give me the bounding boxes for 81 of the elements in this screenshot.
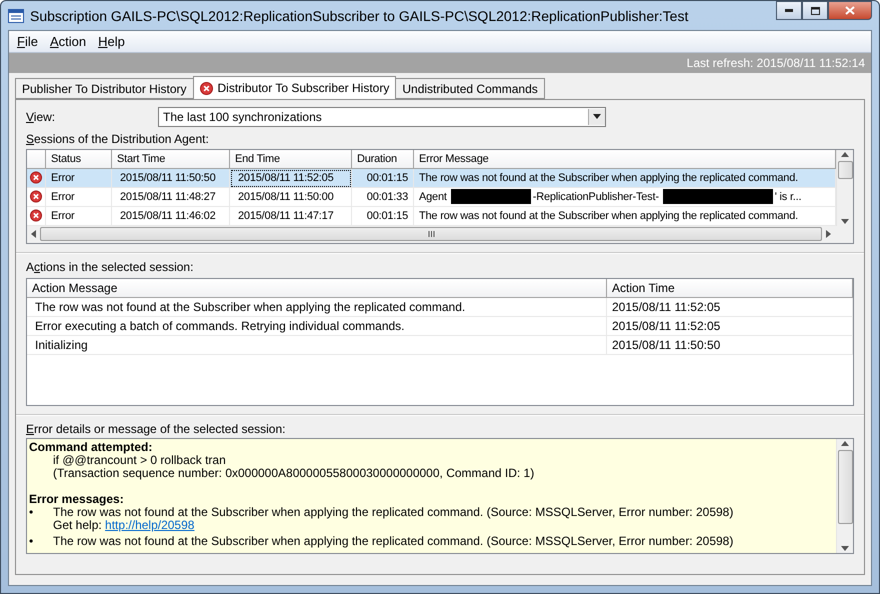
scroll-up-arrow-icon[interactable] xyxy=(841,440,849,446)
tab-label: Publisher To Distributor History xyxy=(22,82,187,96)
row-header xyxy=(27,150,46,169)
help-label: Get help: xyxy=(53,518,103,532)
details-label: Error details or message of the selected session: xyxy=(26,422,286,436)
bullet: • xyxy=(29,534,34,548)
table-cell: 2015/08/11 11:50:50 xyxy=(112,168,230,188)
column-header[interactable]: Action Time xyxy=(607,278,853,298)
last-refresh-text: Last refresh: 2015/08/11 11:52:14 xyxy=(686,56,865,70)
scrollbar-thumb[interactable] xyxy=(838,160,852,179)
table-cell-text: The row was not found at the Subscriber when applying the replicated command. xyxy=(419,172,798,184)
table-cell: 00:01:15 xyxy=(352,168,414,188)
column-header[interactable]: Action Message xyxy=(27,278,607,298)
column-header[interactable]: Status xyxy=(46,150,112,169)
command-text: if @@trancount > 0 rollback tran xyxy=(53,454,227,467)
actions-label: Actions in the selected session: xyxy=(26,260,194,274)
dropdown-arrow-icon xyxy=(593,114,601,120)
table-cell: Error xyxy=(46,188,112,207)
menu-item[interactable]: Help xyxy=(92,34,131,49)
close-button[interactable] xyxy=(828,1,872,20)
table-cell-text: -ReplicationPublisher-Test- xyxy=(532,190,659,203)
scroll-down-arrow-icon[interactable] xyxy=(841,546,849,552)
scroll-right-arrow-icon[interactable] xyxy=(826,230,831,238)
table-cell: 2015/08/11 11:50:50 xyxy=(607,336,853,355)
table-cell-text: Agent xyxy=(419,190,447,203)
menu-item[interactable]: Action xyxy=(44,34,92,49)
minimize-button[interactable] xyxy=(776,1,802,20)
error-icon xyxy=(30,171,42,184)
table-cell: Error xyxy=(46,206,112,226)
column-header[interactable]: End Time xyxy=(230,150,352,169)
vertical-scrollbar[interactable] xyxy=(836,438,853,554)
scroll-down-arrow-icon[interactable] xyxy=(841,218,849,224)
column-header[interactable]: Duration xyxy=(352,150,414,169)
table-cell: 2015/08/11 11:50:00 xyxy=(230,188,352,207)
column-header[interactable]: Start Time xyxy=(112,150,230,169)
table-cell: Initializing xyxy=(27,336,607,355)
table-cell: 2015/08/11 11:52:05 xyxy=(230,168,352,188)
section-heading: Command attempted: xyxy=(29,440,154,454)
table-cell: The row was not found at the Subscriber when applying the replicated command. xyxy=(27,298,607,317)
table-cell-text: ' is r... xyxy=(774,190,802,203)
minimize-icon xyxy=(785,9,793,12)
tab[interactable]: Publisher To Distributor History xyxy=(15,78,194,99)
tab[interactable]: Distributor To Subscriber History xyxy=(192,76,396,99)
table-cell: 2015/08/11 11:48:27 xyxy=(112,188,230,207)
bullet: • xyxy=(29,506,34,521)
scroll-left-arrow-icon[interactable] xyxy=(31,230,36,238)
section-heading: Error messages: xyxy=(29,492,125,506)
view-dropdown[interactable]: The last 100 synchronizations xyxy=(158,106,606,127)
maximize-icon xyxy=(810,6,820,14)
app-icon xyxy=(8,8,24,22)
table-cell-text: The row was not found at the Subscriber when applying the replicated command. xyxy=(419,210,798,222)
column-header[interactable]: Error Message xyxy=(414,150,836,169)
tab-label: Distributor To Subscriber History xyxy=(218,81,390,95)
scrollbar-thumb[interactable] xyxy=(40,227,822,242)
scrollbar-thumb[interactable] xyxy=(838,450,852,524)
grip-icon xyxy=(428,231,434,238)
table-cell: Error xyxy=(46,168,112,188)
vertical-scrollbar[interactable] xyxy=(836,150,853,226)
window-title: Subscription GAILS-PC\SQL2012:ReplicationSubscriber to GAILS-PC\SQL2012:ReplicationPublisher:Test xyxy=(30,8,690,24)
error-icon xyxy=(30,190,42,204)
menu-item[interactable]: File xyxy=(11,34,44,49)
table-cell: 2015/08/11 11:47:17 xyxy=(230,206,352,226)
help-link[interactable]: http://help/20598 xyxy=(105,518,194,532)
sessions-label: Sessions of the Distribution Agent: xyxy=(26,132,210,146)
close-icon xyxy=(845,6,855,15)
error-text: The row was not found at the Subscriber when applying the replicated command. (Source: MSSQLServer, Error number: 20598) xyxy=(53,534,734,548)
maximize-button[interactable] xyxy=(802,1,828,20)
view-label: View: xyxy=(26,110,56,124)
table-cell: 2015/08/11 11:52:05 xyxy=(607,316,853,336)
tab-label: Undistributed Commands xyxy=(402,82,538,96)
error-text: The row was not found at the Subscriber when applying the replicated command. (Source: MSSQLServer, Error number: 20598) xyxy=(53,506,734,519)
table-cell: Error executing a batch of commands. Retrying individual commands. xyxy=(27,316,607,336)
table-cell: 00:01:33 xyxy=(352,188,414,207)
table-cell: 2015/08/11 11:52:05 xyxy=(607,298,853,317)
scroll-up-arrow-icon[interactable] xyxy=(841,152,849,157)
error-icon xyxy=(30,209,42,222)
transaction-text: (Transaction sequence number: 0x000000A80000055800030000000000, Command ID: 1) xyxy=(53,466,536,480)
table-cell: 00:01:15 xyxy=(352,206,414,226)
table-cell: 2015/08/11 11:46:02 xyxy=(112,206,230,226)
horizontal-scrollbar[interactable] xyxy=(27,226,853,243)
tab[interactable]: Undistributed Commands xyxy=(395,78,545,99)
